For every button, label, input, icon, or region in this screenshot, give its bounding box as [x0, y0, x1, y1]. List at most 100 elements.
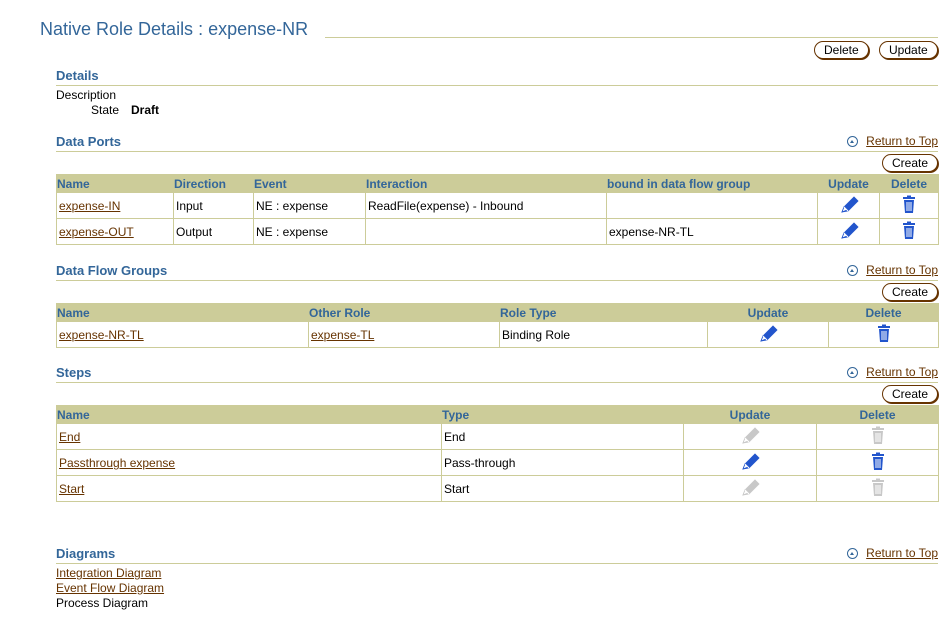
column-header-type: Type — [441, 405, 684, 424]
details-heading: Details — [56, 68, 99, 83]
column-header-name: Name — [56, 174, 174, 193]
integration-diagram-link[interactable]: Integration Diagram — [56, 566, 161, 580]
step-name-link[interactable]: Passthrough expense — [59, 456, 175, 470]
data-port-interaction: ReadFile(expense) - Inbound — [365, 192, 607, 219]
table-row: End End — [56, 423, 939, 450]
details-divider — [56, 85, 938, 86]
steps-divider — [56, 382, 938, 383]
steps-section-header: Steps Return to Top — [56, 365, 938, 383]
process-diagram-text: Process Diagram — [56, 596, 149, 610]
table-header-row: Name Direction Event Interaction bound i… — [56, 174, 939, 193]
column-header-event: Event — [253, 174, 366, 193]
data-flow-groups-section-header: Data Flow Groups Return to Top — [56, 263, 938, 281]
column-header-interaction: Interaction — [365, 174, 607, 193]
trash-icon — [867, 478, 889, 498]
pencil-icon — [739, 478, 761, 498]
column-header-update: Update — [683, 405, 817, 424]
title-divider — [325, 37, 938, 38]
trash-icon[interactable] — [898, 195, 920, 215]
table-header-row: Name Type Update Delete — [56, 405, 939, 424]
update-button[interactable]: Update — [879, 41, 938, 59]
steps-table: Name Type Update Delete End End Passthro… — [56, 405, 939, 502]
column-header-delete: Delete — [816, 405, 939, 424]
table-row: expense-OUT Output NE : expense expense-… — [56, 218, 939, 245]
return-to-top-icon[interactable] — [847, 547, 859, 559]
details-section-header: Details — [56, 68, 938, 86]
pencil-icon[interactable] — [838, 221, 860, 241]
event-flow-diagram-link[interactable]: Event Flow Diagram — [56, 581, 164, 595]
diagrams-divider — [56, 563, 938, 564]
data-port-event: NE : expense — [253, 192, 366, 219]
trash-icon[interactable] — [898, 221, 920, 241]
return-to-top[interactable]: Return to Top — [847, 263, 938, 277]
data-port-event: NE : expense — [253, 218, 366, 245]
pencil-icon[interactable] — [757, 324, 779, 344]
table-header-row: Name Other Role Role Type Update Delete — [56, 303, 939, 322]
return-to-top-link[interactable]: Return to Top — [866, 365, 938, 379]
column-header-bound: bound in data flow group — [606, 174, 818, 193]
pencil-icon — [739, 426, 761, 446]
description-label: Description — [56, 88, 117, 102]
return-to-top-link[interactable]: Return to Top — [866, 134, 938, 148]
column-header-update: Update — [707, 303, 829, 322]
step-type: Pass-through — [441, 449, 684, 476]
trash-icon — [867, 426, 889, 446]
steps-heading: Steps — [56, 365, 92, 380]
diagrams-list: Integration Diagram Event Flow Diagram P… — [56, 566, 164, 611]
trash-icon[interactable] — [867, 452, 889, 472]
column-header-direction: Direction — [173, 174, 254, 193]
page-title: Native Role Details : expense-NR — [40, 19, 309, 39]
table-row: expense-NR-TL expense-TL Binding Role — [56, 321, 939, 348]
diagrams-heading: Diagrams — [56, 546, 116, 561]
column-header-delete: Delete — [879, 174, 939, 193]
data-port-bound: expense-NR-TL — [606, 218, 818, 245]
data-flow-groups-create-button[interactable]: Create — [882, 283, 939, 301]
return-to-top[interactable]: Return to Top — [847, 134, 938, 148]
data-flow-group-name-link[interactable]: expense-NR-TL — [59, 328, 144, 342]
pencil-icon[interactable] — [739, 452, 761, 472]
data-ports-create-button[interactable]: Create — [882, 154, 939, 172]
page-header: Native Role Details : expense-NR — [40, 18, 938, 40]
column-header-delete: Delete — [828, 303, 939, 322]
pencil-icon[interactable] — [838, 195, 860, 215]
step-type: Start — [441, 475, 684, 502]
data-ports-section-header: Data Ports Return to Top — [56, 134, 938, 152]
steps-create-button[interactable]: Create — [882, 385, 939, 403]
trash-icon[interactable] — [873, 324, 895, 344]
return-to-top[interactable]: Return to Top — [847, 546, 938, 560]
column-header-role-type: Role Type — [499, 303, 708, 322]
state-label: State — [91, 103, 120, 117]
data-ports-heading: Data Ports — [56, 134, 122, 149]
data-port-name-link[interactable]: expense-OUT — [59, 225, 134, 239]
table-row: Start Start — [56, 475, 939, 502]
column-header-name: Name — [56, 303, 309, 322]
data-flow-groups-divider — [56, 280, 938, 281]
column-header-update: Update — [817, 174, 880, 193]
step-type: End — [441, 423, 684, 450]
return-to-top-icon[interactable] — [847, 366, 859, 378]
data-port-direction: Output — [173, 218, 254, 245]
delete-button[interactable]: Delete — [814, 41, 869, 59]
data-port-interaction — [365, 218, 607, 245]
column-header-name: Name — [56, 405, 442, 424]
table-row: Passthrough expense Pass-through — [56, 449, 939, 476]
data-port-direction: Input — [173, 192, 254, 219]
return-to-top-icon[interactable] — [847, 135, 859, 147]
data-flow-groups-table: Name Other Role Role Type Update Delete … — [56, 303, 939, 348]
return-to-top-icon[interactable] — [847, 264, 859, 276]
data-ports-divider — [56, 151, 938, 152]
return-to-top[interactable]: Return to Top — [847, 365, 938, 379]
diagrams-section-header: Diagrams Return to Top — [56, 546, 938, 564]
data-ports-table: Name Direction Event Interaction bound i… — [56, 174, 939, 245]
return-to-top-link[interactable]: Return to Top — [866, 263, 938, 277]
role-type: Binding Role — [499, 321, 708, 348]
data-port-bound — [606, 192, 818, 219]
step-name-link[interactable]: End — [59, 430, 80, 444]
table-row: expense-IN Input NE : expense ReadFile(e… — [56, 192, 939, 219]
state-value: Draft — [131, 103, 160, 117]
return-to-top-link[interactable]: Return to Top — [866, 546, 938, 560]
column-header-other-role: Other Role — [308, 303, 500, 322]
other-role-link[interactable]: expense-TL — [311, 328, 374, 342]
data-port-name-link[interactable]: expense-IN — [59, 199, 120, 213]
step-name-link[interactable]: Start — [59, 482, 84, 496]
